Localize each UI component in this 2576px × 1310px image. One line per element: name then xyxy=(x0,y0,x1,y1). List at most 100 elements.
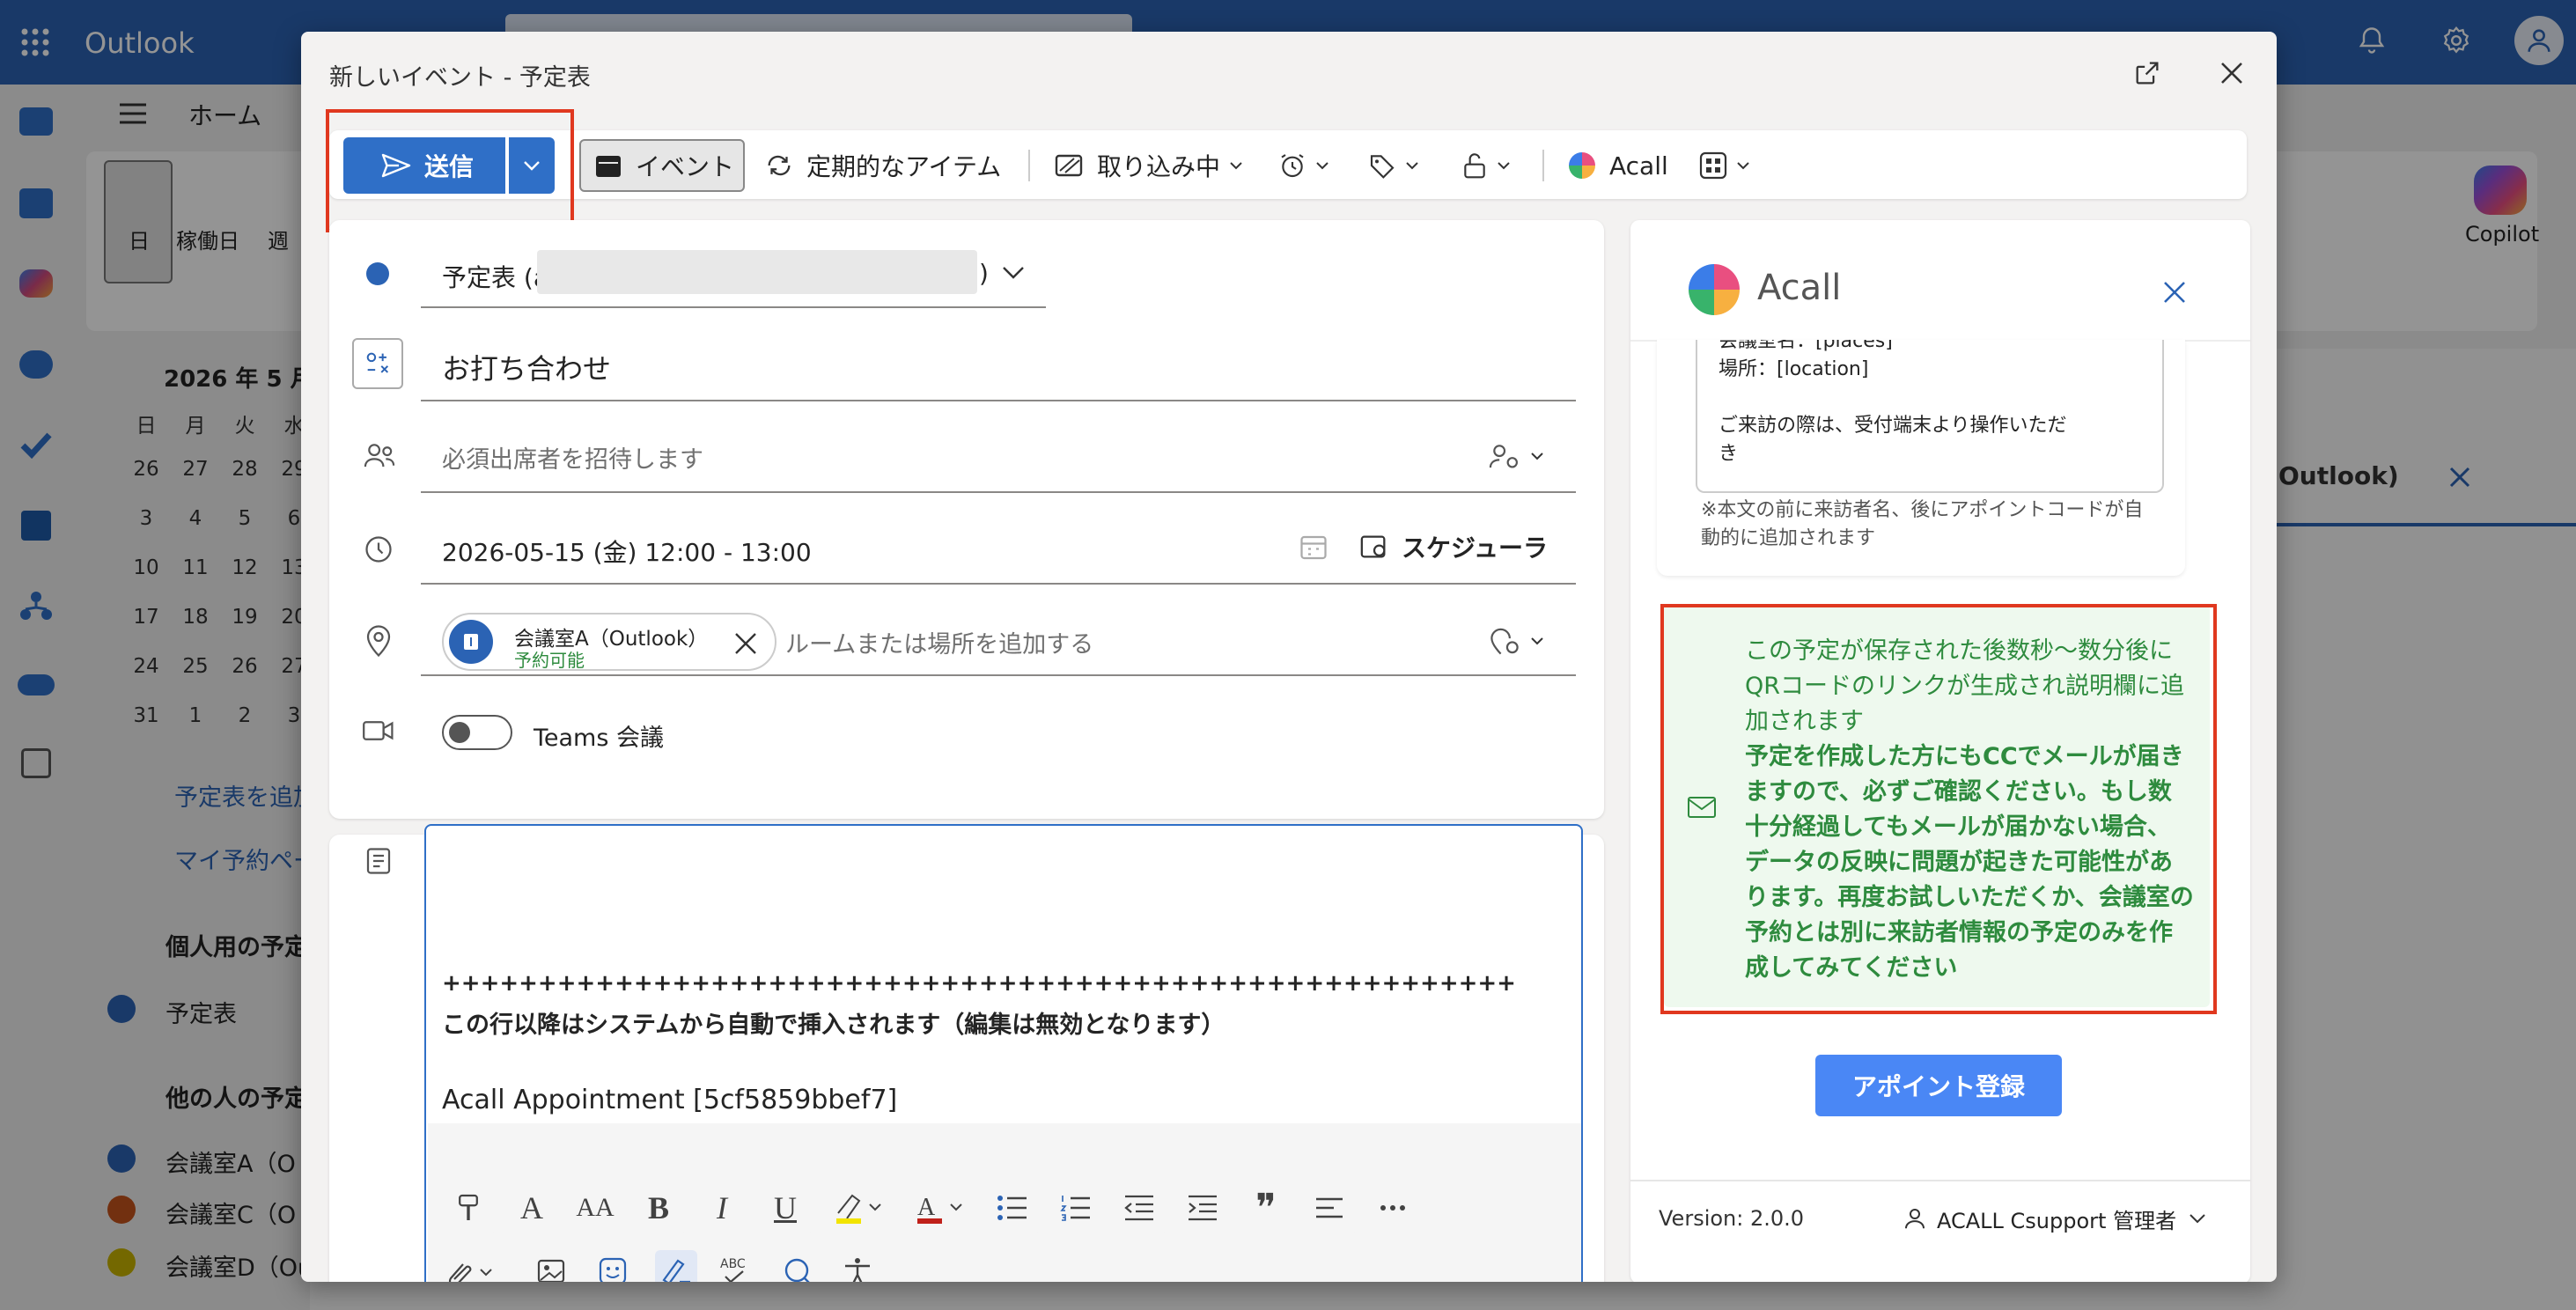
attendees-underline xyxy=(421,491,1576,493)
underline-icon[interactable]: U xyxy=(759,1181,812,1234)
people-settings-icon xyxy=(1489,445,1518,468)
busy-status-dropdown[interactable]: 取り込み中 xyxy=(1055,139,1257,192)
room-finder-button[interactable] xyxy=(1488,623,1562,659)
toolbar-divider xyxy=(1028,150,1030,181)
chevron-down-icon xyxy=(1230,162,1242,170)
teams-label: Teams 会議 xyxy=(534,725,665,752)
font-size-icon[interactable]: AA xyxy=(569,1181,622,1234)
calendar-icon xyxy=(596,156,621,177)
outdent-icon[interactable] xyxy=(1113,1181,1166,1234)
datetime-field[interactable]: 2026-05-15 (金) 12:00 - 13:00 xyxy=(442,534,812,569)
people-icon xyxy=(363,440,396,470)
popout-icon[interactable] xyxy=(2132,58,2162,88)
toggle-knob xyxy=(449,722,470,743)
font-icon[interactable]: A xyxy=(505,1181,558,1234)
video-camera-icon xyxy=(361,718,396,743)
new-event-dialog: 新しいイベント - 予定表 送信 イベント 定期的なアイテム 取り込み中 Aca… xyxy=(301,32,2277,1282)
user-menu[interactable]: ACALL Csupport 管理者 xyxy=(1902,1197,2227,1240)
repeat-icon xyxy=(768,155,791,176)
event-form-card xyxy=(329,220,1604,819)
template-line: き xyxy=(1719,443,1739,465)
register-appointment-button[interactable]: アポイント登録 xyxy=(1815,1055,2062,1116)
attach-icon[interactable] xyxy=(442,1255,500,1282)
event-button[interactable]: イベント xyxy=(579,139,745,192)
recurring-label: 定期的なアイテム xyxy=(806,152,1002,181)
acall-label: Acall xyxy=(1609,151,1668,180)
location-input[interactable]: ルームまたは場所を追加する xyxy=(785,625,1093,659)
svg-text:A: A xyxy=(917,1194,936,1221)
template-line: 場所：[location] xyxy=(1719,358,1869,380)
indent-icon[interactable] xyxy=(1176,1181,1229,1234)
svg-text:ABC: ABC xyxy=(720,1257,746,1271)
insert-image-icon[interactable] xyxy=(535,1255,567,1282)
scheduler-icon xyxy=(1360,535,1386,558)
italic-icon[interactable]: I xyxy=(696,1181,748,1234)
remove-room-icon[interactable] xyxy=(734,632,757,655)
template-textarea[interactable]: 会議室名：[places] 場所：[location] ご来訪の際は、受付端末よ… xyxy=(1696,340,2164,493)
room-icon xyxy=(449,620,493,664)
mail-icon xyxy=(1687,796,1717,819)
info-normal-text: この予定が保存された後数秒〜数分後にQRコードのリンクが生成され説明欄に追加され… xyxy=(1745,637,2185,735)
location-pin-icon xyxy=(363,623,394,659)
template-line: ご来訪の際は、受付端末より操作いただ xyxy=(1719,415,2067,437)
room-status: 予約可能 xyxy=(514,650,585,671)
calendar-owner-redacted xyxy=(537,250,977,294)
teams-toggle[interactable] xyxy=(442,715,512,750)
calendar-select-underline xyxy=(421,306,1046,308)
location-settings-icon xyxy=(1490,628,1519,655)
chevron-down-icon xyxy=(1531,453,1543,460)
template-note-span: ※本文の前に来訪者名、後にアポイントコードが自動的に追加されます xyxy=(1701,499,2144,549)
lock-icon xyxy=(1464,153,1485,179)
recurring-button[interactable]: 定期的なアイテム xyxy=(764,139,1028,192)
format-painter-icon[interactable] xyxy=(442,1181,495,1234)
body-appointment-line: Acall Appointment [5cf5859bbef7] xyxy=(442,1085,898,1115)
sensitivity-dropdown[interactable] xyxy=(1461,139,1530,192)
event-title-input[interactable]: お打ち合わせ xyxy=(442,347,611,387)
emoji-icon[interactable] xyxy=(597,1255,629,1282)
numbered-list-icon[interactable] xyxy=(1049,1181,1102,1234)
close-icon[interactable] xyxy=(2217,58,2247,88)
immersive-reader-icon[interactable] xyxy=(782,1255,813,1282)
room-chip[interactable]: 会議室A（Outlook） 予約可能 xyxy=(442,613,776,671)
acall-brand: Acall xyxy=(1757,268,1842,308)
panel-footer-divider xyxy=(1630,1180,2250,1181)
bold-icon[interactable]: B xyxy=(632,1181,685,1234)
tag-icon xyxy=(1370,155,1395,179)
align-icon[interactable] xyxy=(1303,1181,1356,1234)
body-auto-notice: この行以降はシステムから自動で挿入されます（編集は無効となります） xyxy=(442,1012,1225,1039)
quote-icon[interactable]: ❞ xyxy=(1240,1181,1292,1234)
more-options-icon[interactable] xyxy=(1366,1181,1419,1234)
chevron-down-icon[interactable] xyxy=(1002,266,1025,280)
template-line: 会議室名：[places] xyxy=(1719,340,1893,352)
title-underline xyxy=(421,400,1576,401)
close-icon[interactable] xyxy=(2162,280,2187,305)
apps-dropdown[interactable] xyxy=(1699,139,1770,192)
attendee-options-button[interactable] xyxy=(1488,438,1562,474)
attendees-input[interactable]: 必須出席者を招待します xyxy=(442,440,703,475)
toolbar-divider xyxy=(1542,150,1544,181)
bullet-list-icon[interactable] xyxy=(986,1181,1039,1234)
info-text: この予定が保存された後数秒〜数分後にQRコードのリンクが生成され説明欄に追加され… xyxy=(1745,634,2194,986)
scheduler-label: スケジューラ xyxy=(1402,534,1549,563)
spelling-icon[interactable]: ABC xyxy=(718,1254,754,1282)
calendar-grid-icon[interactable] xyxy=(1298,532,1329,563)
acall-logo-icon xyxy=(1569,152,1595,179)
acall-addin-button[interactable]: Acall xyxy=(1569,139,1692,192)
editor-icon[interactable] xyxy=(655,1250,697,1282)
highlight-icon[interactable] xyxy=(822,1181,893,1234)
title-icon xyxy=(352,338,403,389)
reminder-dropdown[interactable] xyxy=(1278,139,1347,192)
version-text: Version: 2.0.0 xyxy=(1659,1206,1805,1231)
calendar-select-suffix: ) xyxy=(979,259,989,288)
category-dropdown[interactable] xyxy=(1368,139,1437,192)
chevron-down-icon xyxy=(1406,162,1418,170)
chevron-down-icon xyxy=(1737,162,1749,170)
datetime-underline xyxy=(421,583,1576,585)
scheduler-button[interactable]: スケジューラ xyxy=(1359,525,1562,569)
calendar-select-prefix[interactable]: 予定表 (a xyxy=(442,259,548,294)
font-color-icon[interactable]: A xyxy=(903,1181,974,1234)
dialog-title: 新しいイベント - 予定表 xyxy=(329,64,591,92)
template-note-text: ※本文の前に来訪者名、後にアポイントコードが自動的に追加されます xyxy=(1701,497,2159,553)
template-line xyxy=(1719,384,2141,412)
accessibility-icon[interactable] xyxy=(842,1255,873,1282)
